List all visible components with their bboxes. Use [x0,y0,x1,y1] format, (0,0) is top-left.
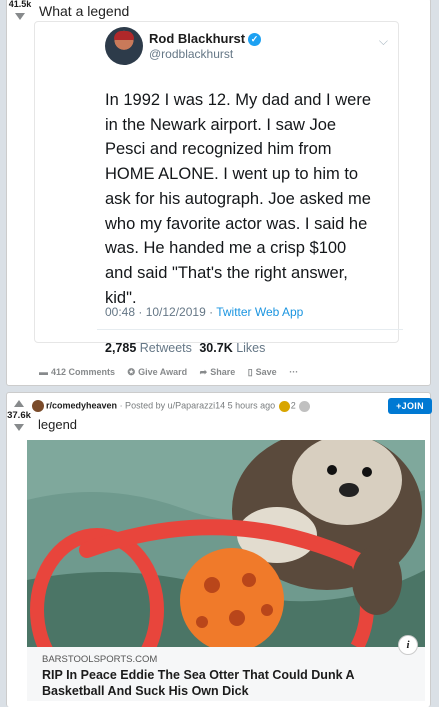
otter-photo [27,440,425,647]
score-2: 37.6k [7,410,31,421]
tweet-meta: 00:48 · 10/12/2019 · Twitter Web App [105,305,303,319]
score: 41.5k [8,0,32,9]
like-label[interactable]: Likes [236,341,265,355]
post-card-1: 41.5k What a legend Rod Blackhurst ✓ @rod… [6,0,431,386]
info-icon[interactable]: i [398,635,418,655]
upvote-icon[interactable] [14,400,24,407]
save-label: Save [255,367,277,377]
share-button[interactable]: ➦ Share [200,367,236,378]
tweet-author-name[interactable]: Rod Blackhurst ✓ [149,31,262,47]
vote-column-2: 37.6k [6,400,32,431]
award-icon: ✪ [127,367,136,377]
link-domain: BARSTOOLSPORTS.COM [42,654,158,665]
subreddit-link[interactable]: r/comedyheaven [46,400,117,410]
comments-label: 412 Comments [51,367,116,377]
tweet-handle[interactable]: @rodblackhurst [149,47,233,61]
vote-column: 41.5k [7,0,33,20]
share-icon: ➦ [199,367,208,377]
post-thumbnail-image[interactable] [27,440,425,647]
posted-by[interactable]: · Posted by u/Paparazzi14 5 hours ago [120,400,276,410]
tweet-stats: 2,785 Retweets 30.7K Likes [105,341,265,355]
link-title[interactable]: RIP In Peace Eddie The Sea Otter That Co… [42,667,402,699]
more-options-button[interactable]: ··· [289,367,298,377]
tweet-source[interactable]: Twitter Web App [216,305,303,319]
gold-award-icon [278,400,290,412]
divider [97,329,403,330]
subreddit-icon[interactable] [32,400,44,412]
link-preview[interactable]: i BARSTOOLSPORTS.COM RIP In Peace Eddie … [27,635,425,701]
chevron-down-icon[interactable]: ⌵ [379,34,388,49]
join-button[interactable]: +JOIN [388,398,432,414]
save-button[interactable]: ▯ Save [248,367,277,378]
tweet-embed[interactable]: Rod Blackhurst ✓ @rodblackhurst ⌵ In 1992… [34,21,403,355]
downvote-icon-2[interactable] [14,424,24,431]
bookmark-icon: ▯ [247,367,253,377]
share-label: Share [210,367,236,377]
post-actions: ▬ 412 Comments ✪ Give Award ➦ Share ▯ Save ·… [39,367,308,378]
comment-icon: ▬ [39,367,48,377]
retweet-count[interactable]: 2,785 [105,341,136,355]
comments-button[interactable]: ▬ 412 Comments [39,367,115,377]
give-award-label: Give Award [138,367,188,377]
post-title-2[interactable]: legend [38,417,77,432]
retweet-label[interactable]: Retweets [140,341,192,355]
verified-icon: ✓ [248,33,262,47]
avatar[interactable] [105,27,143,65]
tweet-time[interactable]: 00:48 · 10/12/2019 · [105,305,216,319]
award-count: 2 [290,400,296,411]
like-count[interactable]: 30.7K [199,341,232,355]
post-meta: r/comedyheaven · Posted by u/Paparazzi14… [32,400,311,412]
give-award-button[interactable]: ✪ Give Award [128,367,188,378]
tweet-text: In 1992 I was 12. My dad and I were in t… [105,91,371,307]
tweet-author-name-text: Rod Blackhurst [149,31,246,46]
downvote-icon[interactable] [15,13,25,20]
silver-award-icon [299,400,311,412]
post-title[interactable]: What a legend [39,3,129,19]
